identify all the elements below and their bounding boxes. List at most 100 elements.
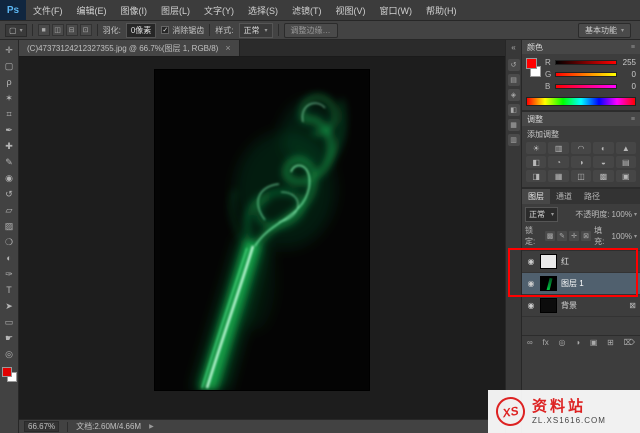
delete-layer-icon[interactable]: ⌦ bbox=[624, 338, 635, 347]
feather-input[interactable]: 0像素 bbox=[126, 23, 156, 38]
selective-color-adjustment-icon[interactable]: ▣ bbox=[616, 170, 636, 182]
brush-tool[interactable]: ✎ bbox=[1, 154, 18, 170]
tab-color[interactable]: 颜色 bbox=[527, 42, 543, 53]
path-selection-tool[interactable]: ➤ bbox=[1, 298, 18, 314]
hand-tool[interactable]: ☛ bbox=[1, 330, 18, 346]
menu-help[interactable]: 帮助(H) bbox=[419, 0, 464, 20]
levels-adjustment-icon[interactable]: ▥ bbox=[548, 142, 568, 154]
channel-value[interactable]: 0 bbox=[620, 82, 636, 91]
lasso-tool[interactable]: ρ bbox=[1, 74, 18, 90]
new-group-icon[interactable]: ▣ bbox=[590, 338, 598, 347]
add-selection-icon[interactable]: ◫ bbox=[52, 24, 64, 36]
tab-paths[interactable]: 路径 bbox=[578, 189, 606, 204]
layer-thumbnail[interactable] bbox=[540, 298, 557, 313]
close-icon[interactable]: × bbox=[225, 43, 230, 53]
menu-file[interactable]: 文件(F) bbox=[26, 0, 70, 20]
opacity-value[interactable]: 100% bbox=[612, 210, 632, 219]
photo-filter-adjustment-icon[interactable]: ◒ bbox=[593, 156, 613, 168]
foreground-color-swatch[interactable] bbox=[526, 58, 537, 69]
color-balance-adjustment-icon[interactable]: ◔ bbox=[548, 156, 568, 168]
tab-layers[interactable]: 图层 bbox=[522, 189, 550, 204]
type-tool[interactable]: T bbox=[1, 282, 18, 298]
styles-panel-icon[interactable]: ▦ bbox=[508, 119, 520, 131]
menu-filter[interactable]: 滤镜(T) bbox=[285, 0, 329, 20]
menu-image[interactable]: 图像(I) bbox=[114, 0, 155, 20]
healing-brush-tool[interactable]: ✚ bbox=[1, 138, 18, 154]
link-layers-icon[interactable]: ∞ bbox=[527, 338, 533, 347]
channel-slider[interactable] bbox=[555, 84, 617, 89]
menu-select[interactable]: 选择(S) bbox=[241, 0, 285, 20]
menu-edit[interactable]: 编辑(E) bbox=[70, 0, 114, 20]
history-panel-icon[interactable]: ↺ bbox=[508, 59, 520, 71]
exposure-adjustment-icon[interactable]: ◐ bbox=[593, 142, 613, 154]
subtract-selection-icon[interactable]: ⊟ bbox=[66, 24, 78, 36]
visibility-eye-icon[interactable]: ◉ bbox=[526, 301, 536, 310]
eyedropper-tool[interactable]: ✒ bbox=[1, 122, 18, 138]
channel-slider[interactable] bbox=[555, 72, 617, 77]
fill-control[interactable]: 填充: 100% ▾ bbox=[594, 225, 637, 247]
visibility-eye-icon[interactable]: ◉ bbox=[526, 279, 536, 288]
zoom-level-field[interactable]: 66.67% bbox=[24, 421, 59, 432]
tool-preset-picker[interactable]: ▢ ▾ bbox=[5, 24, 27, 37]
marquee-tool[interactable]: ▢ bbox=[1, 58, 18, 74]
shape-tool[interactable]: ▭ bbox=[1, 314, 18, 330]
style-select[interactable]: 正常 ▾ bbox=[239, 23, 273, 38]
workspace-switcher[interactable]: 基本功能 ▾ bbox=[578, 23, 631, 38]
menu-view[interactable]: 视图(V) bbox=[329, 0, 373, 20]
gradient-map-adjustment-icon[interactable]: ▩ bbox=[593, 170, 613, 182]
threshold-adjustment-icon[interactable]: ◫ bbox=[571, 170, 591, 182]
history-brush-tool[interactable]: ↺ bbox=[1, 186, 18, 202]
layer-row-red[interactable]: ◉ 红 bbox=[522, 251, 640, 273]
channel-value[interactable]: 255 bbox=[620, 58, 636, 67]
hue-saturation-adjustment-icon[interactable]: ◧ bbox=[526, 156, 546, 168]
vibrance-adjustment-icon[interactable]: ▲ bbox=[616, 142, 636, 154]
curves-adjustment-icon[interactable]: ◠ bbox=[571, 142, 591, 154]
antialias-checkbox-group[interactable]: ✓ 消除锯齿 bbox=[161, 25, 204, 36]
foreground-color-swatch[interactable] bbox=[2, 367, 12, 377]
menu-window[interactable]: 窗口(W) bbox=[373, 0, 420, 20]
dodge-tool[interactable]: ◐ bbox=[1, 250, 18, 266]
crop-tool[interactable]: ⌗ bbox=[1, 106, 18, 122]
lock-pixels-icon[interactable]: ✎ bbox=[557, 231, 567, 241]
lock-transparency-icon[interactable]: ▩ bbox=[545, 231, 555, 241]
properties-panel-icon[interactable]: ▤ bbox=[508, 74, 520, 86]
layer-row-background[interactable]: ◉ 背景 ⊠ bbox=[522, 295, 640, 317]
info-panel-icon[interactable]: ◈ bbox=[508, 89, 520, 101]
layer-style-icon[interactable]: fx bbox=[542, 338, 548, 347]
expand-panels-icon[interactable]: « bbox=[511, 43, 515, 52]
menu-type[interactable]: 文字(Y) bbox=[197, 0, 241, 20]
blur-tool[interactable]: ❍ bbox=[1, 234, 18, 250]
move-tool[interactable]: ✛ bbox=[1, 42, 18, 58]
intersect-selection-icon[interactable]: ⊡ bbox=[80, 24, 92, 36]
new-selection-icon[interactable]: ■ bbox=[38, 24, 50, 36]
swatches-panel-icon[interactable]: ▥ bbox=[508, 134, 520, 146]
fill-value[interactable]: 100% bbox=[612, 232, 632, 241]
panel-menu-icon[interactable]: ≡ bbox=[631, 44, 635, 51]
panel-menu-icon[interactable]: ≡ bbox=[631, 116, 635, 123]
layer-thumbnail[interactable] bbox=[540, 276, 557, 291]
antialias-checkbox[interactable]: ✓ bbox=[161, 26, 169, 34]
menu-layer[interactable]: 图层(L) bbox=[154, 0, 197, 20]
document-tab[interactable]: (C)47373124212327355.jpg @ 66.7%(图层 1, R… bbox=[19, 40, 240, 56]
layer-thumbnail[interactable] bbox=[540, 254, 557, 269]
new-layer-icon[interactable]: ⊞ bbox=[607, 338, 614, 347]
adjustment-layer-icon[interactable]: ◑ bbox=[575, 338, 580, 347]
black-white-adjustment-icon[interactable]: ◑ bbox=[571, 156, 591, 168]
channel-mixer-adjustment-icon[interactable]: ▤ bbox=[616, 156, 636, 168]
color-spectrum-ramp[interactable] bbox=[526, 97, 636, 106]
brightness-contrast-adjustment-icon[interactable]: ☀ bbox=[526, 142, 546, 154]
refine-edge-button[interactable]: 调整边缘… bbox=[284, 23, 338, 38]
add-mask-icon[interactable]: ◎ bbox=[558, 338, 565, 347]
document-image[interactable] bbox=[155, 70, 369, 390]
channel-value[interactable]: 0 bbox=[620, 70, 636, 79]
visibility-eye-icon[interactable]: ◉ bbox=[526, 257, 536, 266]
blend-mode-select[interactable]: 正常 ▾ bbox=[525, 207, 558, 222]
zoom-tool[interactable]: ◎ bbox=[1, 346, 18, 362]
channel-slider[interactable] bbox=[555, 60, 617, 65]
navigator-panel-icon[interactable]: ◧ bbox=[508, 104, 520, 116]
canvas-viewport[interactable] bbox=[19, 57, 505, 419]
gradient-tool[interactable]: ▨ bbox=[1, 218, 18, 234]
layer-row-layer1[interactable]: ◉ 图层 1 bbox=[522, 273, 640, 295]
status-menu-arrow-icon[interactable]: ▶ bbox=[149, 423, 154, 430]
clone-stamp-tool[interactable]: ◉ bbox=[1, 170, 18, 186]
